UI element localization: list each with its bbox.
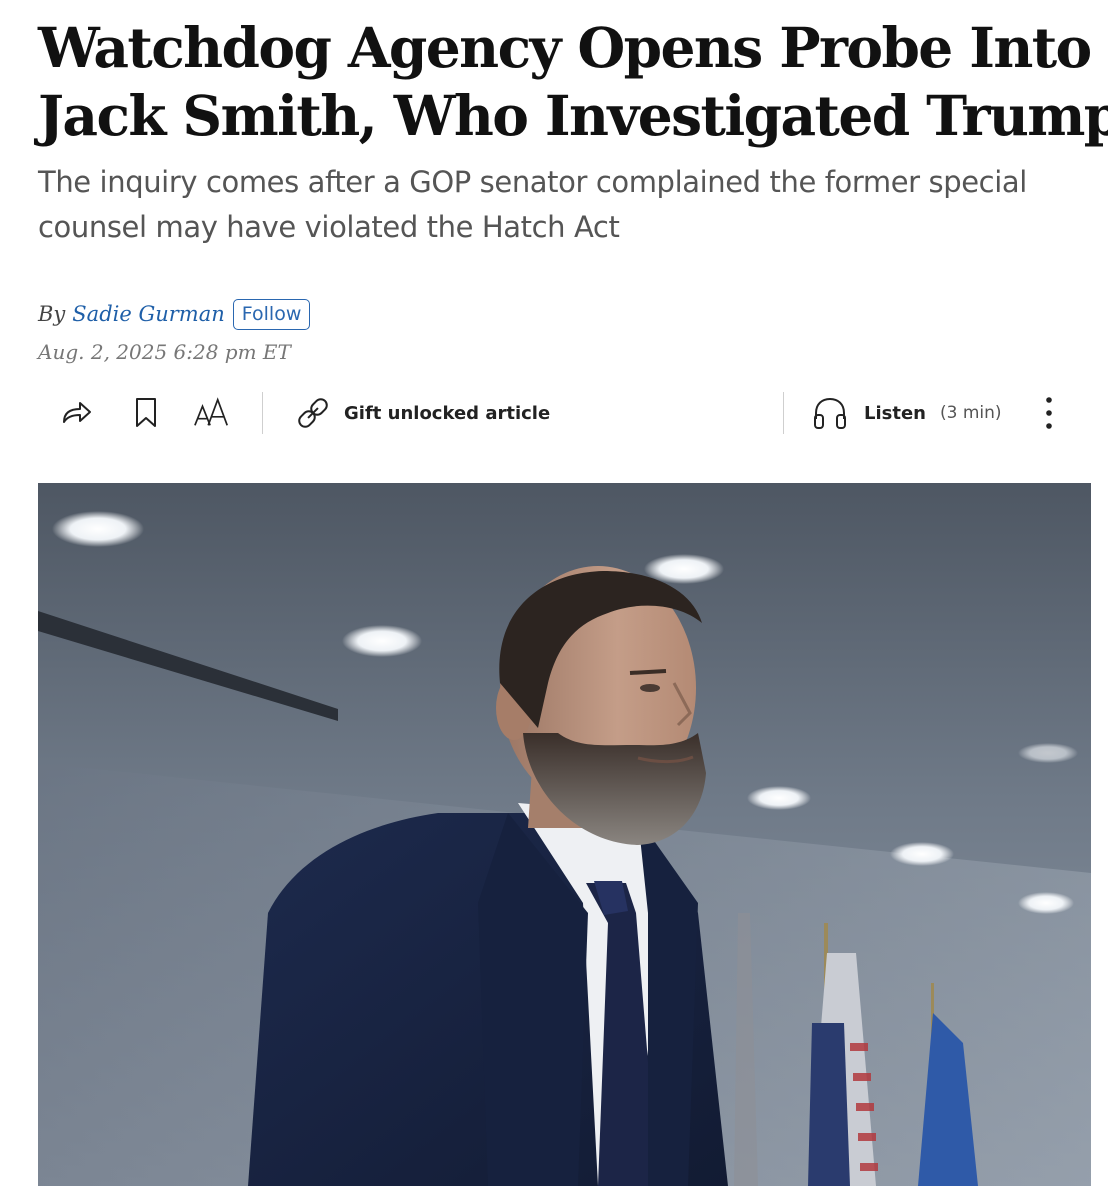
link-icon (298, 398, 328, 428)
text-size-button[interactable] (193, 394, 231, 432)
publish-timestamp: Aug. 2, 2025 6:28 pm ET (38, 340, 291, 364)
share-button[interactable] (58, 394, 96, 432)
gift-article-button[interactable]: Gift unlocked article (294, 394, 550, 432)
subheadline-line-1: The inquiry comes after a GOP senator co… (38, 165, 1027, 199)
headline-line-2: Jack Smith, Who Investigated Trump (38, 83, 1108, 148)
headphones-icon (814, 397, 846, 429)
headline-line-1: Watchdog Agency Opens Probe Into (38, 15, 1092, 80)
byline: By Sadie Gurman Follow (38, 296, 311, 332)
author-link[interactable]: Sadie Gurman (72, 302, 224, 326)
bookmark-button[interactable] (127, 394, 165, 432)
listen-button[interactable]: Listen (3 min) (810, 394, 1002, 432)
byline-prefix: By (38, 302, 66, 326)
headline: Watchdog Agency Opens Probe Into Jack Sm… (38, 14, 1108, 150)
text-size-icon (194, 397, 229, 426)
share-arrow-icon (63, 402, 91, 423)
gift-article-label: Gift unlocked article (344, 402, 551, 424)
article-toolbar: Gift unlocked article Listen (3 min) (38, 388, 1078, 438)
subheadline: The inquiry comes after a GOP senator co… (38, 160, 1078, 250)
article-photo (38, 483, 1091, 1186)
bookmark-icon (136, 398, 156, 427)
listen-duration: (3 min) (939, 403, 1002, 423)
subheadline-line-2: counsel may have violated the Hatch Act (38, 210, 620, 244)
listen-label: Listen (864, 402, 926, 424)
follow-button[interactable]: Follow (232, 298, 311, 330)
more-vertical-icon (1046, 397, 1052, 429)
article-photo-image (38, 483, 1091, 1186)
toolbar-divider (262, 392, 263, 434)
more-options-button[interactable] (1034, 392, 1064, 434)
toolbar-divider (783, 392, 784, 434)
